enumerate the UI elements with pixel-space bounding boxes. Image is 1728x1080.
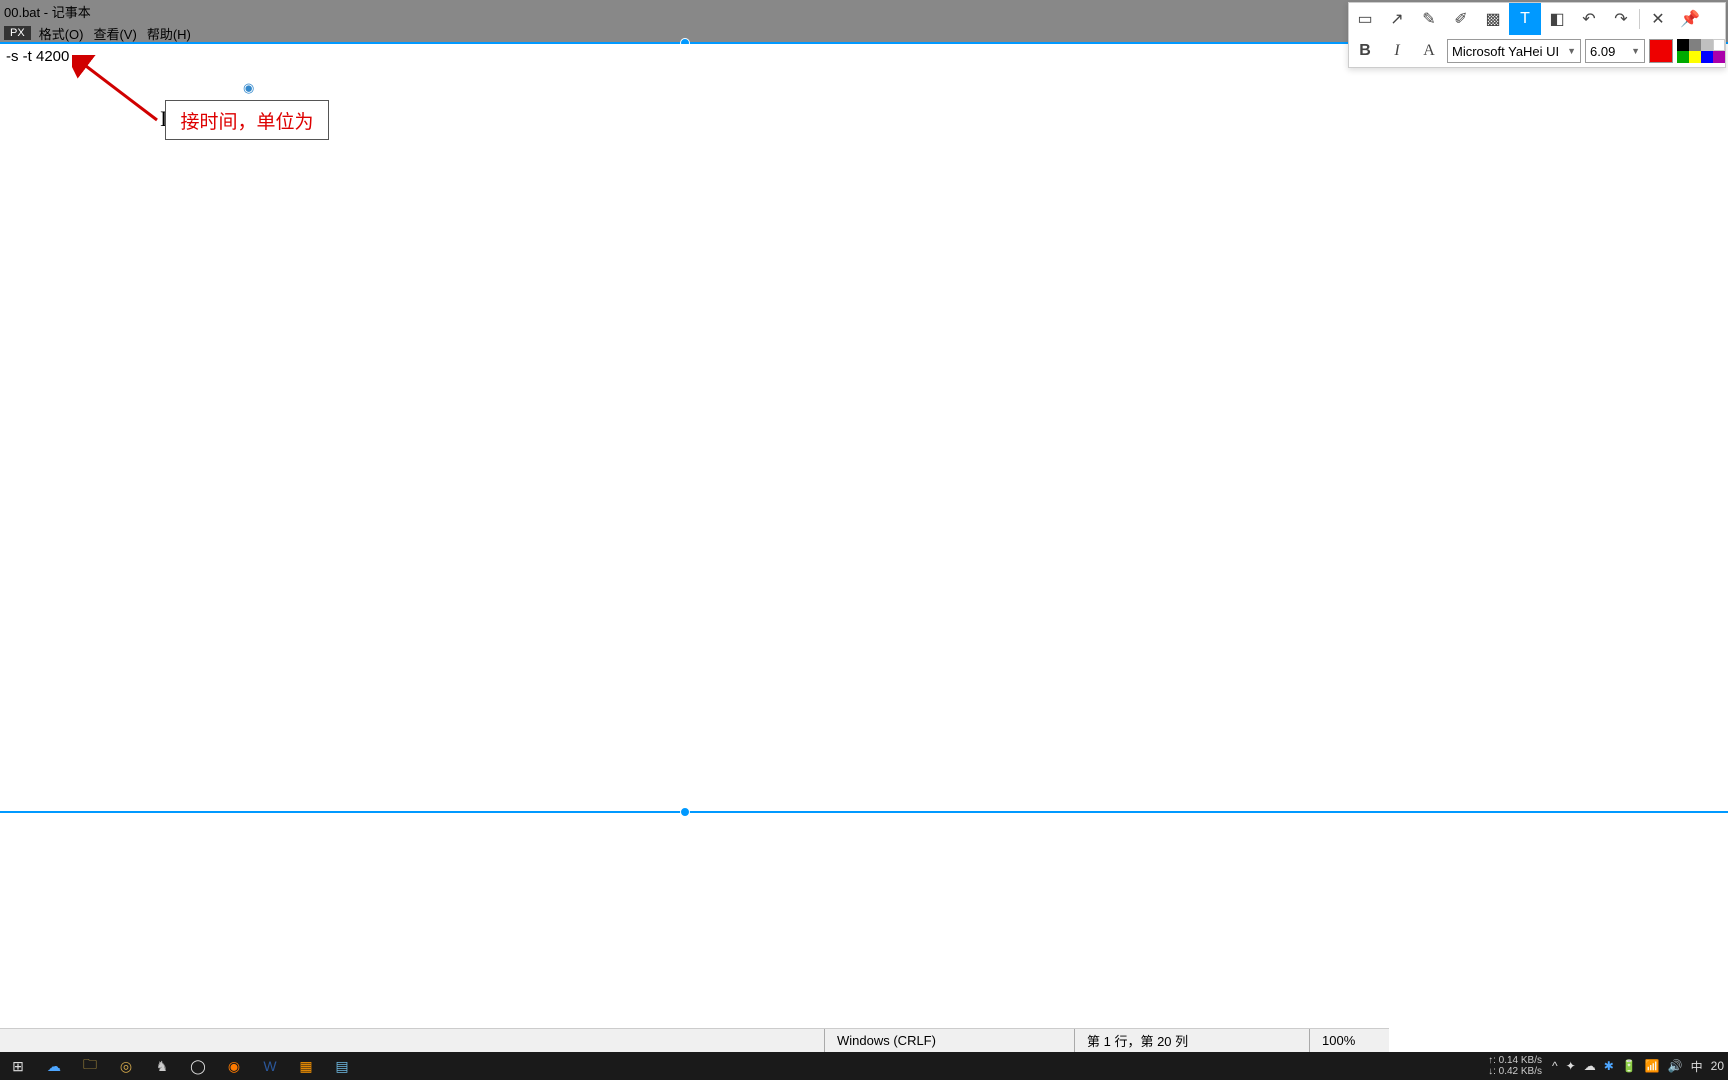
chrome-icon[interactable]: ◯ xyxy=(180,1052,216,1080)
annotation-textbox[interactable]: 接时间，单位为 xyxy=(165,100,329,140)
taskbar: ⊞ ☁ 🗀 ◎ ♞ ◯ ◉ W ▦ ▤ ↑: 0.14 KB/s ↓: 0.42… xyxy=(0,1052,1728,1080)
ime-indicator[interactable]: 中 xyxy=(1687,1058,1707,1075)
color-gray[interactable] xyxy=(1689,39,1701,51)
annotation-text: 接时间，单位为 xyxy=(180,107,313,134)
selection-handle-bottom[interactable] xyxy=(680,807,690,817)
marker-tool-icon[interactable]: ✐ xyxy=(1445,3,1477,35)
redo-icon[interactable]: ↷ xyxy=(1605,3,1637,35)
system-tray: ^ ✦ ☁ ✱ 🔋 📶 🔊 中 20 xyxy=(1548,1058,1728,1075)
close-icon[interactable]: ✕ xyxy=(1642,3,1674,35)
toolbar-row-format: B I A Microsoft YaHei UI ▼ 6.09 ▼ xyxy=(1349,35,1725,67)
tray-cloud-icon[interactable]: ☁ xyxy=(1580,1059,1600,1073)
chevron-down-icon: ▼ xyxy=(1567,46,1576,56)
task-view-icon[interactable]: ⊞ xyxy=(0,1052,36,1080)
color-purple[interactable] xyxy=(1713,51,1725,63)
text-tool-icon[interactable]: T xyxy=(1509,3,1541,35)
mosaic-tool-icon[interactable]: ▩ xyxy=(1477,3,1509,35)
firefox-icon[interactable]: ◉ xyxy=(216,1052,252,1080)
toolbar-row-tools: ▭ ↗ ✎ ✐ ▩ T ◧ ↶ ↷ ✕ 📌 xyxy=(1349,3,1725,35)
italic-button[interactable]: I xyxy=(1381,35,1413,67)
color-yellow[interactable] xyxy=(1689,51,1701,63)
word-icon[interactable]: W xyxy=(252,1052,288,1080)
tray-app1-icon[interactable]: ✦ xyxy=(1562,1059,1580,1073)
line-tool-icon[interactable]: ↗ xyxy=(1381,3,1413,35)
eraser-tool-icon[interactable]: ◧ xyxy=(1541,3,1573,35)
undo-icon[interactable]: ↶ xyxy=(1573,3,1605,35)
font-name: Microsoft YaHei UI xyxy=(1452,44,1559,59)
menu-view[interactable]: 查看(V) xyxy=(93,24,136,43)
clock[interactable]: 20 xyxy=(1707,1059,1728,1073)
chevron-down-icon: ▼ xyxy=(1631,46,1640,56)
px-badge: PX xyxy=(4,26,31,40)
status-encoding: Windows (CRLF) xyxy=(824,1029,1074,1052)
color-main-swatch[interactable] xyxy=(1649,39,1673,63)
spiral-icon: ◉ xyxy=(243,80,254,96)
network-speed: ↑: 0.14 KB/s ↓: 0.42 KB/s xyxy=(1482,1055,1548,1077)
app-icon-1[interactable]: ◎ xyxy=(108,1052,144,1080)
pen-tool-icon[interactable]: ✎ xyxy=(1413,3,1445,35)
color-palette xyxy=(1677,39,1725,63)
screenshot-toolbar: ▭ ↗ ✎ ✐ ▩ T ◧ ↶ ↷ ✕ 📌 B I A Microsoft Ya… xyxy=(1348,2,1726,68)
wifi-icon[interactable]: 📶 xyxy=(1641,1059,1664,1073)
window-title: 00.bat - 记事本 xyxy=(4,2,91,21)
font-format-icon[interactable]: A xyxy=(1413,35,1445,67)
file-explorer-icon[interactable]: 🗀 xyxy=(72,1052,108,1080)
tray-app2-icon[interactable]: ✱ xyxy=(1600,1059,1618,1073)
color-silver[interactable] xyxy=(1701,39,1713,51)
rectangle-tool-icon[interactable]: ▭ xyxy=(1349,3,1381,35)
menu-format[interactable]: 格式(O) xyxy=(39,24,84,43)
color-green[interactable] xyxy=(1677,51,1689,63)
battery-icon[interactable]: 🔋 xyxy=(1618,1059,1641,1073)
color-black[interactable] xyxy=(1677,39,1689,51)
volume-icon[interactable]: 🔊 xyxy=(1664,1059,1687,1073)
selection-bottom-line xyxy=(0,811,1728,813)
statusbar: Windows (CRLF) 第 1 行，第 20 列 100% xyxy=(0,1028,1389,1052)
separator xyxy=(1639,9,1640,29)
font-size: 6.09 xyxy=(1590,44,1615,59)
sublime-icon[interactable]: ▦ xyxy=(288,1052,324,1080)
editor-area[interactable]: -s -t 4200 xyxy=(0,44,1728,1050)
menu-help[interactable]: 帮助(H) xyxy=(147,24,191,43)
app-icon-2[interactable]: ♞ xyxy=(144,1052,180,1080)
status-zoom: 100% xyxy=(1309,1029,1389,1052)
pin-icon[interactable]: 📌 xyxy=(1674,3,1706,35)
font-select[interactable]: Microsoft YaHei UI ▼ xyxy=(1447,39,1581,63)
onedrive-icon[interactable]: ☁ xyxy=(36,1052,72,1080)
color-blue[interactable] xyxy=(1701,51,1713,63)
size-select[interactable]: 6.09 ▼ xyxy=(1585,39,1645,63)
arrow-annotation xyxy=(72,55,172,125)
bold-button[interactable]: B xyxy=(1349,35,1381,67)
color-white[interactable] xyxy=(1713,39,1725,51)
notepad-icon[interactable]: ▤ xyxy=(324,1052,360,1080)
status-position: 第 1 行，第 20 列 xyxy=(1074,1029,1309,1052)
tray-chevron-icon[interactable]: ^ xyxy=(1548,1059,1562,1073)
